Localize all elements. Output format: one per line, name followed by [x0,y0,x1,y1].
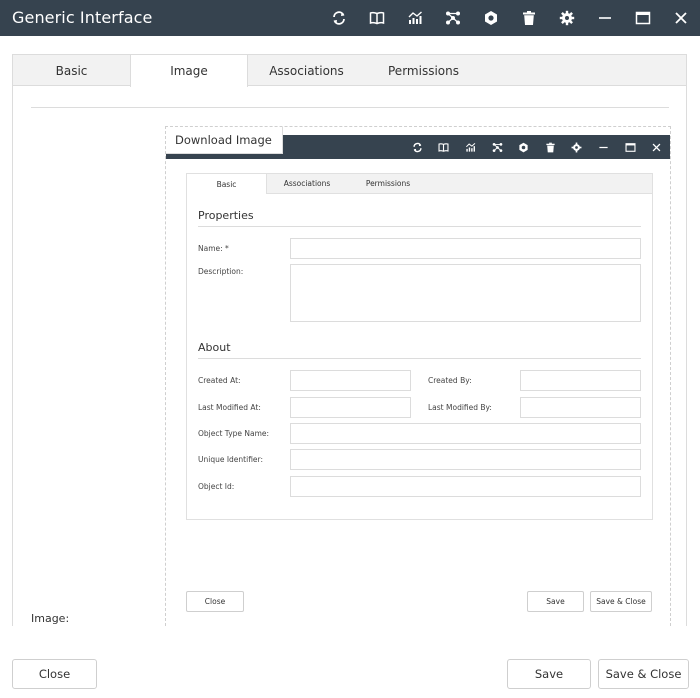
download-image-button[interactable]: Download Image [166,127,283,154]
save-button[interactable]: Save [507,659,591,689]
network-icon[interactable] [434,0,472,36]
trash-icon[interactable] [510,0,548,36]
name-field [290,238,641,259]
save-close-button[interactable]: Save & Close [598,659,689,689]
close-button[interactable]: Close [12,659,97,689]
section-divider [31,107,669,108]
last-modified-at-field [290,397,411,418]
book-icon [431,135,458,159]
chart-icon [457,135,484,159]
image-preview-frame: Download Image Basic Associations Permis… [165,126,671,626]
embedded-save-close-button: Save & Close [590,591,652,612]
embedded-tab-associations: Associations [283,179,331,188]
maximize-icon [617,135,644,159]
last-modified-by-field [520,397,641,418]
unique-identifier-field [290,449,641,470]
refresh-icon[interactable] [320,0,358,36]
minimize-icon [590,135,617,159]
refresh-icon [404,135,431,159]
object-type-name-label: Object Type Name: [198,429,270,438]
tab-basic[interactable]: Basic [13,55,131,86]
image-field-label: Image: [31,612,70,625]
gear-icon[interactable] [548,0,586,36]
close-icon[interactable] [662,0,700,36]
object-id-field [290,476,641,497]
outer-tab-bar: Basic Image Associations Permissions [13,54,686,87]
embedded-toolbar [404,135,670,159]
tab-permissions[interactable]: Permissions [365,55,482,86]
object-id-label: Object Id: [198,482,235,491]
minimize-icon[interactable] [586,0,624,36]
outer-tab-panel: Basic Image Associations Permissions Ima… [12,54,687,626]
window-titlebar: Generic Interface [0,0,700,36]
last-modified-at-label: Last Modified At: [198,403,261,412]
trash-icon [537,135,564,159]
tab-associations[interactable]: Associations [248,55,365,86]
created-at-field [290,370,411,391]
about-divider [198,358,641,359]
created-by-label: Created By: [428,376,472,385]
description-field [290,264,641,322]
close-icon [643,135,670,159]
embedded-close-button: Close [186,591,244,612]
chart-icon[interactable] [396,0,434,36]
window-toolbar [320,0,700,36]
window-title: Generic Interface [12,8,153,27]
last-modified-by-label: Last Modified By: [428,403,492,412]
created-by-field [520,370,641,391]
tab-image[interactable]: Image [130,55,248,87]
embedded-tab-permissions: Permissions [365,179,411,188]
embedded-save-button: Save [527,591,584,612]
cog-icon [510,135,537,159]
properties-heading: Properties [198,209,254,222]
description-label: Description: [198,267,244,276]
book-icon[interactable] [358,0,396,36]
properties-divider [198,226,641,227]
embedded-tab-basic: Basic [187,174,267,194]
gear-icon [564,135,591,159]
unique-identifier-label: Unique Identifier: [198,455,264,464]
cog-icon[interactable] [472,0,510,36]
network-icon [484,135,511,159]
embedded-form: Basic Associations Permissions Propertie… [186,173,653,520]
maximize-icon[interactable] [624,0,662,36]
name-label: Name: * [198,244,229,253]
embedded-tab-bar: Basic Associations Permissions [187,174,652,194]
object-type-name-field [290,423,641,444]
created-at-label: Created At: [198,376,241,385]
about-heading: About [198,341,231,354]
